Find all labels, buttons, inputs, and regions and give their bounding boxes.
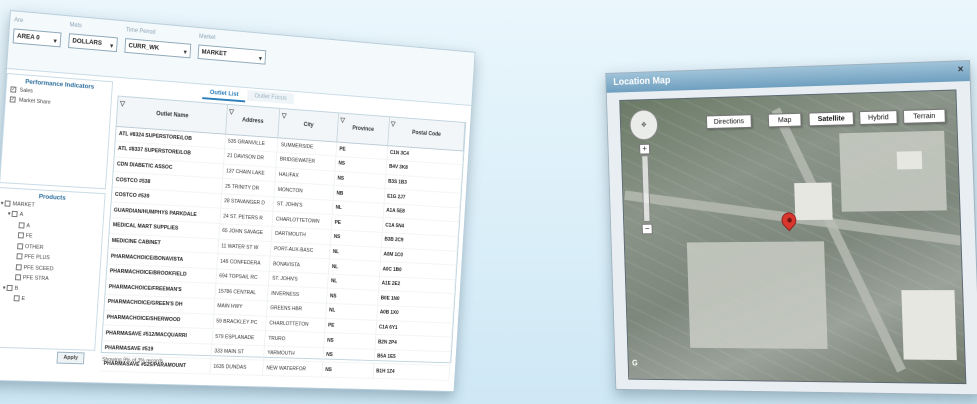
chevron-down-icon: ▼ [257, 53, 263, 66]
close-icon[interactable]: × [958, 64, 964, 75]
map-window-title: Location Map [606, 61, 970, 93]
zoom-slider[interactable] [641, 155, 650, 222]
stage: Are AREA 0 ▼ Mets DOLLARS ▼ Time Period … [0, 0, 977, 404]
map-building [897, 151, 923, 169]
table-cell-address: 579 ESPLANADE [212, 329, 266, 346]
pin-dot [786, 217, 793, 224]
tab-outlet-list[interactable]: Outlet List [202, 87, 246, 103]
table-cell-address: 1635 DUNDAS [210, 359, 264, 375]
column-header-label: Address [242, 117, 264, 124]
area-filter: Are AREA 0 ▼ [13, 15, 63, 47]
product-item-label: OTHER [25, 244, 44, 251]
zoom-out-icon[interactable]: − [642, 224, 653, 235]
outlet-table: ▽ Outlet Name ▽ Address ▽ City ▽ Province ▽ P… [100, 97, 465, 381]
product-item-label: A [19, 212, 23, 218]
market-select[interactable]: MARKET ▼ [198, 44, 267, 64]
apply-button[interactable]: Apply [56, 352, 84, 365]
product-item-label: E [21, 296, 25, 302]
area-select[interactable]: AREA 0 ▼ [13, 28, 62, 47]
mets-select-value: DOLLARS [72, 37, 102, 46]
outlet-dashboard-panel: Are AREA 0 ▼ Mets DOLLARS ▼ Time Period … [0, 10, 475, 392]
product-item-label: PFE SCEED [23, 265, 53, 272]
column-header-label: Outlet Name [156, 111, 189, 119]
column-header-postal-code[interactable]: ▽ Postal Code [387, 117, 465, 150]
table-cell-province: NS [323, 347, 375, 363]
map-type-hybrid-button[interactable]: Hybrid [859, 110, 897, 125]
market-filter: Market MARKET ▼ [198, 32, 268, 65]
checkbox-icon[interactable] [19, 222, 25, 228]
time-period-filter: Time Period CURR_WK ▼ [124, 25, 192, 58]
checkbox-icon[interactable] [16, 264, 22, 270]
checkbox-icon[interactable] [14, 295, 20, 301]
table-cell-city: YARMOUTH [264, 346, 324, 363]
map-provider-logo-icon: G [632, 359, 638, 368]
column-header-address[interactable]: ▽ Address [225, 105, 280, 138]
area-select-value: AREA 0 [17, 33, 40, 42]
chevron-down-icon: ▼ [108, 41, 114, 54]
tab-outlet-focus[interactable]: Outlet Focus [247, 90, 294, 104]
directions-button[interactable]: Directions [706, 114, 752, 129]
parking-lot [839, 131, 947, 212]
checkbox-icon[interactable] [18, 233, 24, 239]
table-cell-postal-code: B1H 1Z4 [373, 364, 450, 381]
map-type-map-button[interactable]: Map [768, 113, 802, 128]
product-item-label: B [15, 285, 19, 291]
table-cell-province: NS [322, 362, 374, 378]
zoom-in-icon[interactable]: + [639, 144, 650, 155]
filter-icon[interactable]: ▽ [282, 112, 287, 120]
pan-control-icon[interactable]: ✥ [629, 109, 658, 140]
chevron-down-icon: ▼ [182, 47, 188, 60]
checkbox-icon[interactable] [15, 274, 21, 280]
table-cell-city: NEW WATERFOR [263, 361, 323, 377]
products-tree-box: Products ▾ MARKET ▾ A A FE OTHER PFE PLU… [0, 187, 106, 351]
area-filter-label: Are [14, 15, 63, 29]
performance-indicators-box: Performance Indicators ✓ Sales ✓ Market … [0, 73, 113, 189]
column-header-label: Postal Code [412, 130, 441, 138]
outlet-grid: ▼ ▽Outlet Name ▽Address ▽City ▽Province … [101, 96, 467, 364]
time-period-select[interactable]: CURR_WK ▼ [124, 38, 191, 58]
location-map-window: Location Map × Directions Map Satellite … [605, 60, 977, 395]
parking-lot [687, 241, 828, 349]
satellite-map[interactable]: Directions Map Satellite Hybrid Terrain … [619, 89, 966, 384]
table-cell-province: NS [324, 333, 376, 349]
table-cell-address: 333 MAIN ST [211, 344, 265, 361]
column-header-label: Province [352, 125, 374, 132]
column-header-label: City [303, 122, 313, 128]
time-period-value: CURR_WK [128, 42, 159, 51]
map-type-satellite-button[interactable]: Satellite [809, 111, 854, 126]
product-item-label: FE [25, 233, 32, 239]
checkbox-checked-icon[interactable]: ✓ [10, 97, 16, 103]
checkbox-icon[interactable] [12, 211, 18, 217]
mets-filter: Mets DOLLARS ▼ [68, 20, 119, 52]
filter-icon[interactable]: ▽ [340, 116, 345, 124]
map-building [901, 290, 956, 360]
column-header-city[interactable]: ▽ City [278, 109, 338, 142]
product-item-label: PFE STRA [23, 275, 49, 282]
product-item-label: PFE PLUS [24, 254, 50, 261]
checkbox-icon[interactable] [7, 285, 13, 291]
checkbox-icon[interactable] [5, 200, 11, 206]
checkbox-checked-icon[interactable]: ✓ [10, 86, 16, 92]
mets-select[interactable]: DOLLARS ▼ [68, 33, 118, 52]
map-building [794, 182, 833, 220]
table-body: ATL #8324 SUPERSTORE/LOB 535 GRANVILLE SUM… [100, 126, 463, 380]
filter-icon[interactable]: ▽ [391, 120, 396, 128]
indicator-sales-label: Sales [19, 87, 33, 94]
map-type-terrain-button[interactable]: Terrain [903, 109, 946, 124]
mets-filter-label: Mets [69, 20, 118, 34]
chevron-down-icon: ▼ [52, 36, 59, 49]
checkbox-icon[interactable] [17, 243, 23, 249]
filter-icon[interactable]: ▽ [120, 100, 126, 108]
product-item-label: A [26, 223, 30, 229]
checkbox-icon[interactable] [16, 253, 22, 259]
column-header-province[interactable]: ▽ Province [337, 113, 389, 145]
filter-icon[interactable]: ▽ [229, 108, 234, 116]
market-select-value: MARKET [201, 49, 226, 58]
product-item-label: MARKET [12, 201, 34, 208]
indicator-market-share-label: Market Share [19, 98, 51, 106]
